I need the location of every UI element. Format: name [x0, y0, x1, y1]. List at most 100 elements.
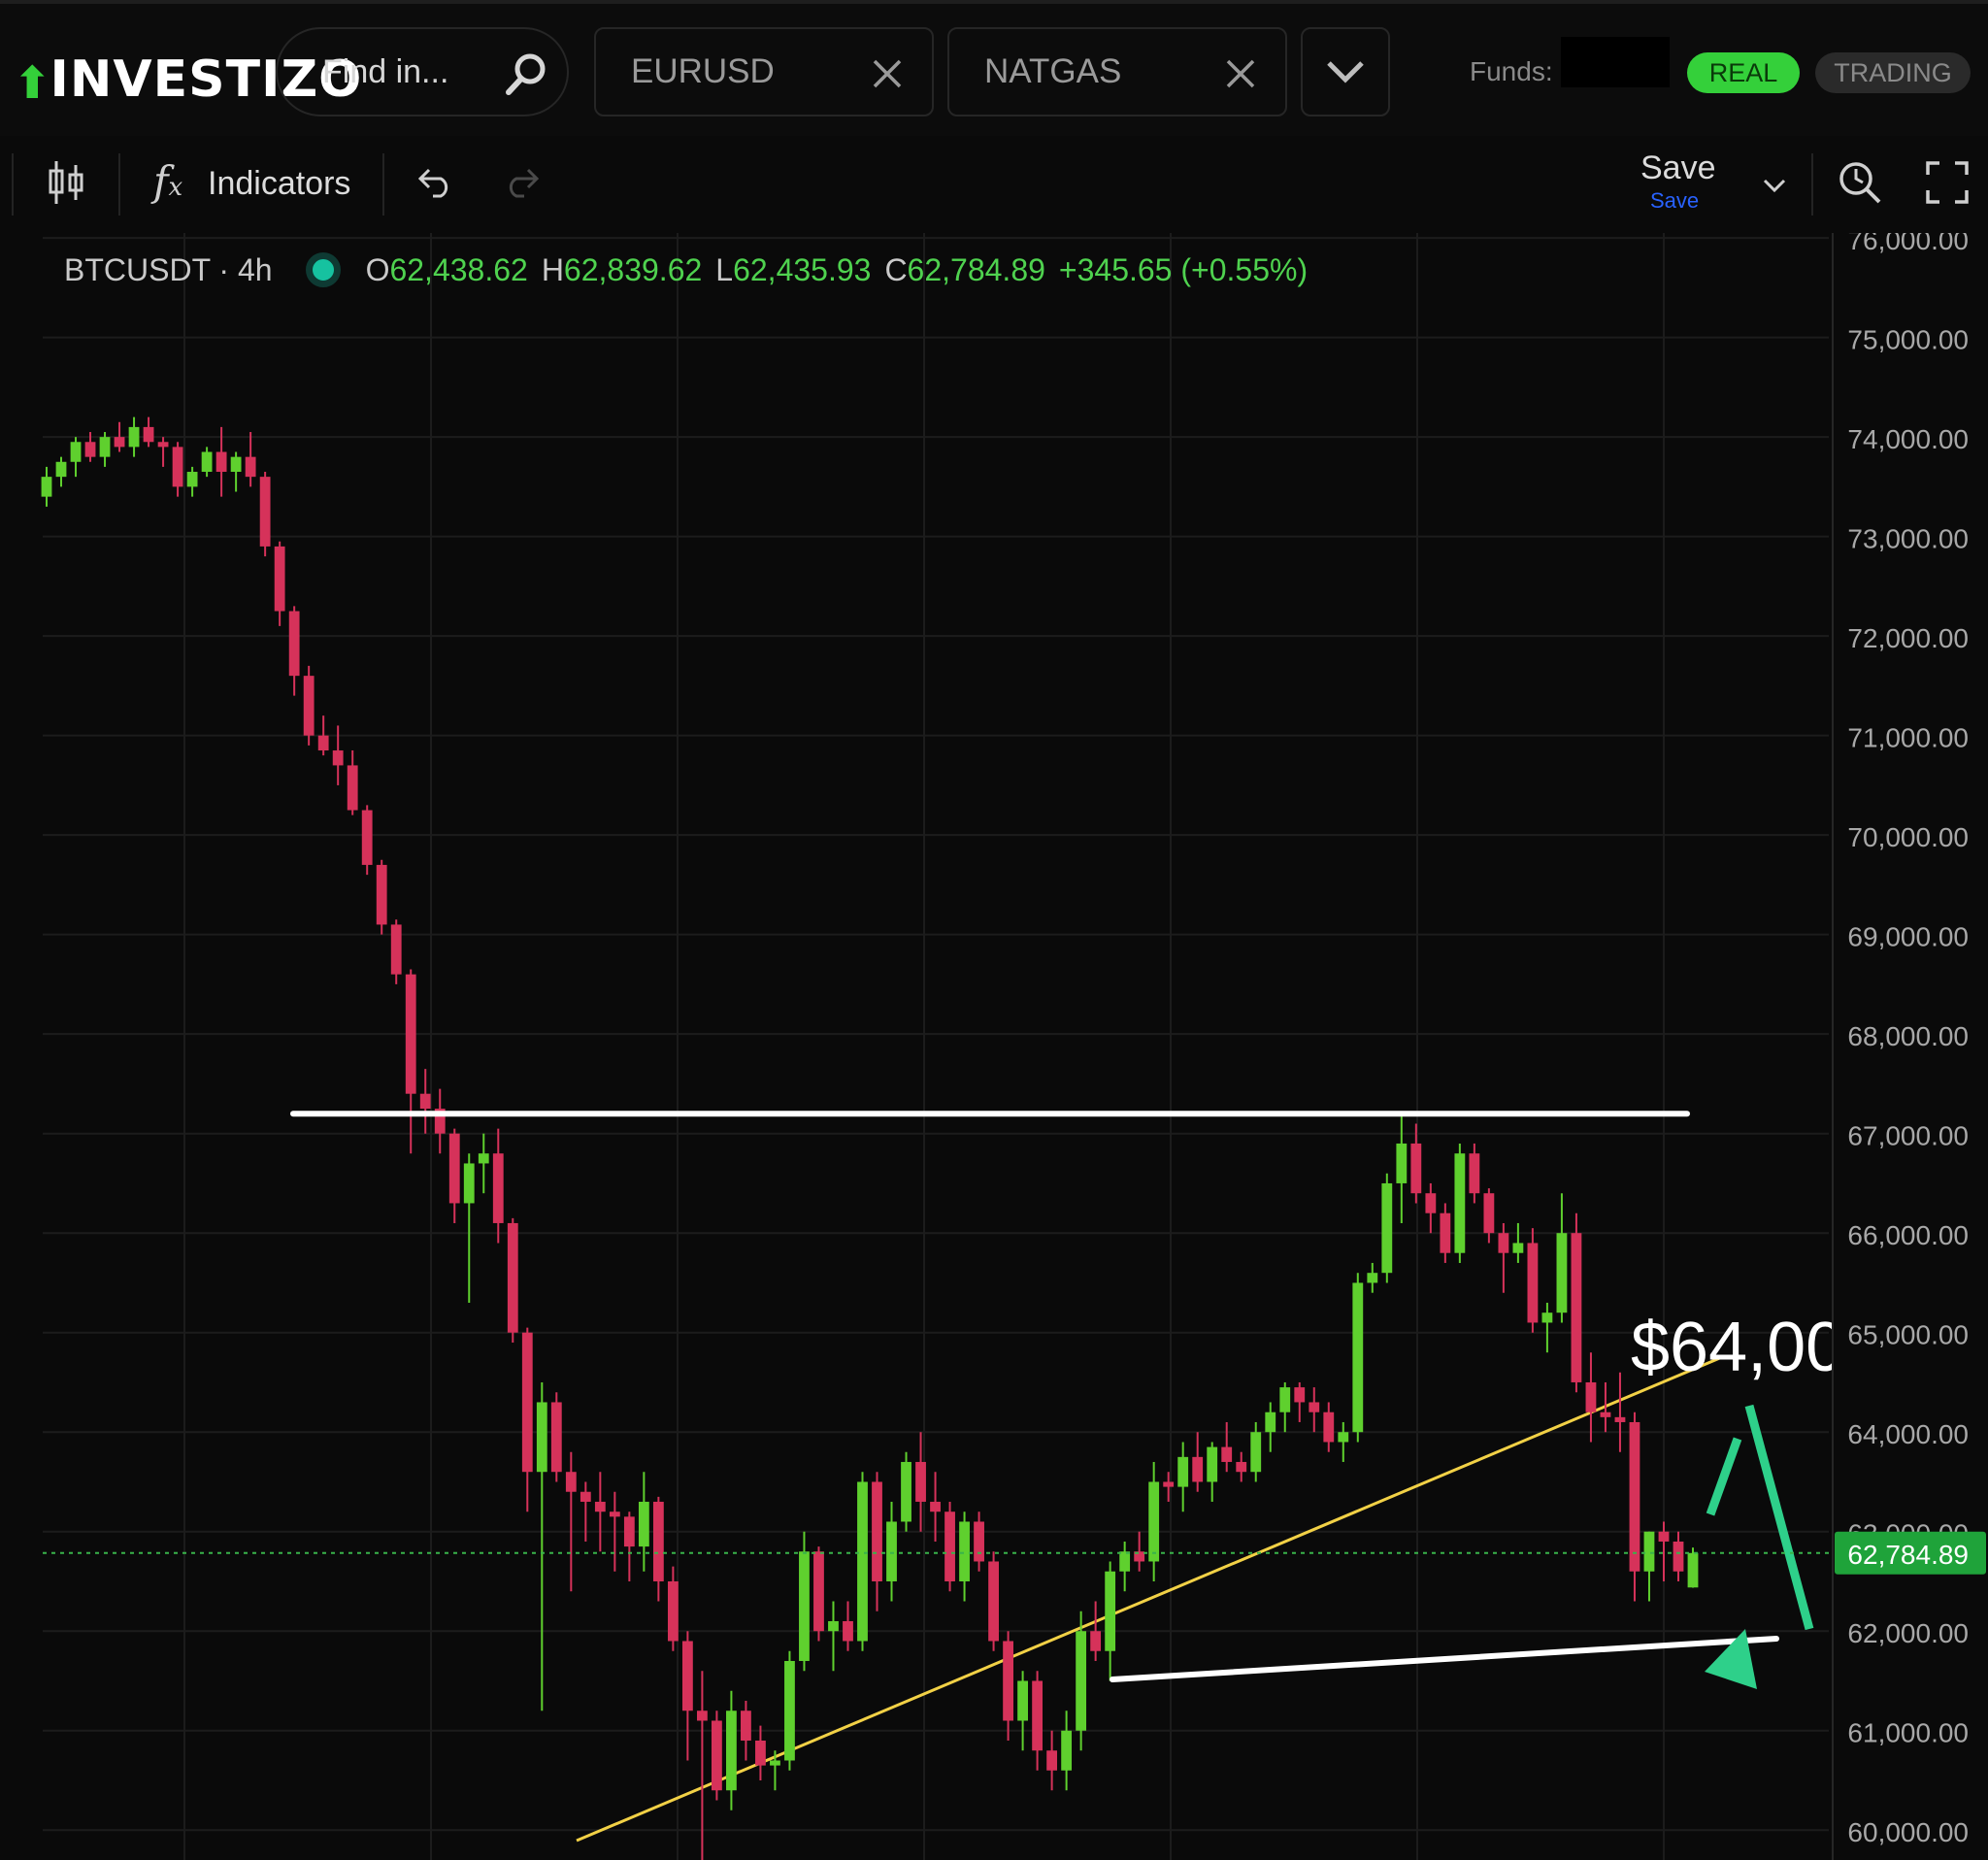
- candle: [478, 1133, 489, 1194]
- candle: [580, 1481, 591, 1542]
- candle-body: [828, 1620, 839, 1632]
- arrow-up-shaft: [1706, 1437, 1742, 1516]
- candle-body: [157, 442, 169, 448]
- candle: [419, 1069, 431, 1134]
- search-placeholder: Find in...: [322, 52, 449, 90]
- candle: [988, 1551, 999, 1651]
- candle: [230, 451, 242, 492]
- candle: [317, 715, 329, 756]
- candle-body: [1410, 1143, 1422, 1194]
- candle: [1614, 1372, 1626, 1452]
- candle: [1396, 1113, 1408, 1223]
- candle-body: [1643, 1531, 1655, 1572]
- low-key: L: [715, 251, 734, 287]
- candle: [201, 447, 213, 478]
- price-tick-label: 72,000.00: [1847, 623, 1969, 653]
- candle: [390, 919, 402, 984]
- candle: [1279, 1381, 1291, 1433]
- chevron-down-icon[interactable]: [1763, 179, 1786, 192]
- tabs-dropdown-button[interactable]: [1301, 27, 1390, 116]
- candle: [1673, 1531, 1684, 1581]
- candle-body: [41, 477, 52, 497]
- save-button[interactable]: Save: [1640, 149, 1716, 187]
- search-icon[interactable]: [503, 50, 549, 97]
- candle: [1163, 1472, 1175, 1502]
- candle: [1643, 1531, 1655, 1602]
- candle: [143, 416, 154, 448]
- candle: [813, 1546, 824, 1642]
- candle: [594, 1472, 606, 1552]
- candle: [623, 1511, 635, 1581]
- candle: [1585, 1352, 1597, 1443]
- real-mode-button[interactable]: REAL: [1687, 52, 1800, 93]
- indicators-button[interactable]: Indicators: [208, 165, 350, 203]
- candle: [681, 1631, 693, 1761]
- candle: [1090, 1601, 1102, 1661]
- candle-body: [1221, 1446, 1233, 1462]
- candle-body: [784, 1660, 795, 1761]
- candle: [259, 472, 271, 557]
- candle: [755, 1725, 766, 1780]
- candle: [872, 1472, 882, 1611]
- candle-body: [1352, 1282, 1364, 1433]
- price-chart[interactable]: $64,000 76,000.0075,000.0074,000.0073,00…: [0, 233, 1988, 1860]
- trading-mode-button[interactable]: TRADING: [1815, 52, 1971, 93]
- price-tick-label: 75,000.00: [1847, 325, 1969, 355]
- fullscreen-icon[interactable]: [1926, 161, 1969, 204]
- candle-body: [1673, 1541, 1684, 1572]
- candle-body: [99, 437, 111, 457]
- candle-body: [478, 1153, 489, 1164]
- candle-body: [1469, 1153, 1480, 1194]
- candle: [405, 969, 416, 1154]
- candle-body: [741, 1711, 751, 1741]
- candle-body: [652, 1501, 664, 1581]
- tab-natgas[interactable]: NATGAS: [947, 27, 1287, 116]
- chart-area[interactable]: $64,000 76,000.00 75,000.00 74,000.00 73,00…: [0, 233, 1988, 1860]
- candle-body: [201, 451, 213, 473]
- close-value: 62,784.89: [907, 251, 1045, 287]
- close-icon[interactable]: [1225, 58, 1256, 89]
- candle-body: [638, 1501, 649, 1547]
- candle-body: [726, 1711, 737, 1791]
- tab-eurusd[interactable]: EURUSD: [594, 27, 934, 116]
- candle: [1032, 1671, 1044, 1771]
- candle-body: [274, 546, 285, 612]
- candle: [172, 442, 183, 497]
- close-icon[interactable]: [872, 58, 903, 89]
- candle: [492, 1128, 504, 1244]
- candle-body: [1367, 1273, 1378, 1283]
- candle-body: [259, 477, 271, 547]
- candle-body: [1396, 1143, 1408, 1183]
- candle-body: [901, 1461, 911, 1522]
- candle: [828, 1601, 839, 1672]
- candle: [507, 1217, 518, 1343]
- zoom-icon[interactable]: [1837, 157, 1883, 204]
- function-icon[interactable]: fx: [153, 157, 182, 205]
- candle-body: [303, 676, 315, 736]
- price-tick-label: 64,000.00: [1847, 1419, 1969, 1449]
- candle: [128, 416, 140, 457]
- toolbar-divider: [118, 153, 120, 216]
- candle-body: [507, 1222, 518, 1333]
- candle: [565, 1451, 577, 1592]
- candle-body: [521, 1332, 533, 1473]
- candle: [347, 750, 358, 815]
- candle-body: [915, 1461, 926, 1502]
- candles-icon[interactable]: [47, 159, 85, 206]
- candle: [1309, 1387, 1320, 1433]
- candle-body: [172, 447, 183, 487]
- candle-body: [317, 735, 329, 751]
- search-box[interactable]: Find in...: [276, 27, 569, 116]
- candle: [448, 1128, 460, 1223]
- candle: [1207, 1442, 1218, 1502]
- arrow-down-shaft: [1744, 1404, 1814, 1631]
- candle-body: [230, 456, 242, 473]
- redo-icon[interactable]: [503, 167, 542, 198]
- open-key: O: [365, 251, 390, 287]
- toolbar-divider: [1811, 153, 1813, 216]
- undo-icon[interactable]: [415, 167, 454, 198]
- candle: [114, 421, 125, 452]
- candle-body: [565, 1472, 577, 1492]
- support-line: [1110, 1636, 1779, 1682]
- candle-body: [84, 442, 96, 457]
